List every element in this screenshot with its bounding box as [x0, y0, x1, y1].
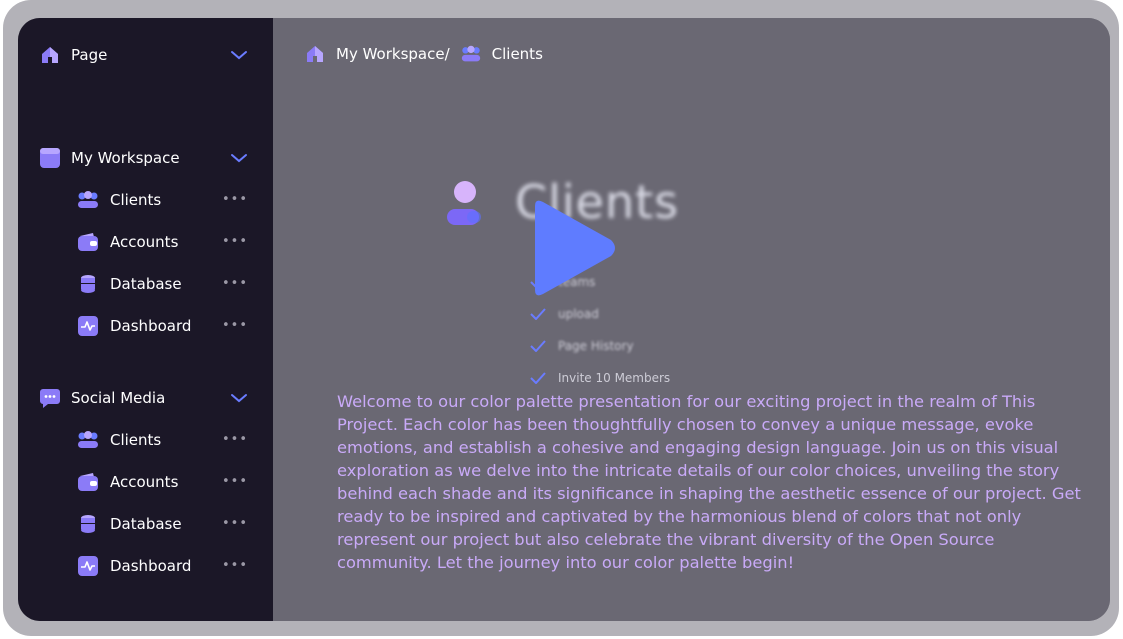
chevron-down-icon[interactable] — [229, 148, 249, 168]
chat-icon — [39, 387, 61, 409]
sidebar-item-database[interactable]: Database ••• — [76, 511, 248, 537]
more-options-icon[interactable]: ••• — [222, 433, 248, 447]
sidebar-section-my-workspace[interactable]: My Workspace — [39, 145, 249, 171]
sidebar-item-accounts[interactable]: Accounts ••• — [76, 469, 248, 495]
more-options-icon[interactable]: ••• — [222, 193, 248, 207]
feature-item: Page History — [530, 339, 634, 353]
more-options-icon[interactable]: ••• — [222, 475, 248, 489]
wallet-icon — [76, 230, 100, 254]
sidebar-item-clients[interactable]: Clients ••• — [76, 427, 248, 453]
play-icon[interactable] — [525, 196, 621, 300]
feature-item: Invite 10 Members — [530, 371, 670, 385]
sidebar-item-label: Accounts — [110, 473, 179, 491]
home-icon — [304, 43, 326, 65]
feature-label: Page History — [558, 339, 634, 353]
sidebar-page-header[interactable]: Page — [39, 42, 249, 68]
clients-icon — [460, 43, 482, 65]
sidebar-item-dashboard[interactable]: Dashboard ••• — [76, 553, 248, 579]
activity-icon — [76, 314, 100, 338]
sidebar-item-dashboard[interactable]: Dashboard ••• — [76, 313, 248, 339]
database-icon — [76, 272, 100, 296]
more-options-icon[interactable]: ••• — [222, 319, 248, 333]
sidebar-item-label: Database — [110, 275, 182, 293]
clients-icon — [76, 428, 100, 452]
clients-icon — [76, 188, 100, 212]
more-options-icon[interactable]: ••• — [222, 517, 248, 531]
outer-frame: Page My Workspace Clients ••• Accounts •… — [3, 0, 1119, 636]
description-text: Welcome to our color palette presentatio… — [337, 392, 1081, 572]
check-icon — [530, 372, 546, 384]
breadcrumb-current: Clients — [491, 45, 543, 63]
sidebar: Page My Workspace Clients ••• Accounts •… — [18, 18, 273, 621]
sidebar-item-label: Clients — [110, 191, 162, 209]
feature-label: Invite 10 Members — [558, 371, 671, 385]
database-icon — [76, 512, 100, 536]
breadcrumb-workspace-link[interactable]: My Workspace/ — [336, 45, 450, 63]
app-window: Page My Workspace Clients ••• Accounts •… — [18, 18, 1110, 621]
sidebar-item-label: Database — [110, 515, 182, 533]
sidebar-section-social-media[interactable]: Social Media — [39, 385, 249, 411]
activity-icon — [76, 554, 100, 578]
sidebar-item-clients[interactable]: Clients ••• — [76, 187, 248, 213]
chevron-down-icon[interactable] — [229, 45, 249, 65]
feature-label: upload — [558, 307, 599, 321]
feature-item: upload — [530, 307, 599, 321]
more-options-icon[interactable]: ••• — [222, 277, 248, 291]
sidebar-item-accounts[interactable]: Accounts ••• — [76, 229, 248, 255]
workspace-icon — [39, 147, 61, 169]
sidebar-item-label: Accounts — [110, 233, 179, 251]
section-label: My Workspace — [71, 149, 180, 167]
client-avatar-icon — [447, 181, 481, 225]
breadcrumb: My Workspace/ Clients — [304, 43, 543, 65]
chevron-down-icon[interactable] — [229, 388, 249, 408]
main-content: My Workspace/ Clients Clients teams uplo… — [273, 18, 1110, 621]
check-icon — [530, 308, 546, 320]
wallet-icon — [76, 470, 100, 494]
more-options-icon[interactable]: ••• — [222, 559, 248, 573]
sidebar-item-label: Dashboard — [110, 317, 192, 335]
sidebar-item-label: Clients — [110, 431, 162, 449]
sidebar-item-label: Dashboard — [110, 557, 192, 575]
more-options-icon[interactable]: ••• — [222, 235, 248, 249]
sidebar-item-database[interactable]: Database ••• — [76, 271, 248, 297]
section-label: Social Media — [71, 389, 166, 407]
home-icon — [39, 44, 61, 66]
check-icon — [530, 340, 546, 352]
sidebar-page-label: Page — [71, 46, 108, 64]
